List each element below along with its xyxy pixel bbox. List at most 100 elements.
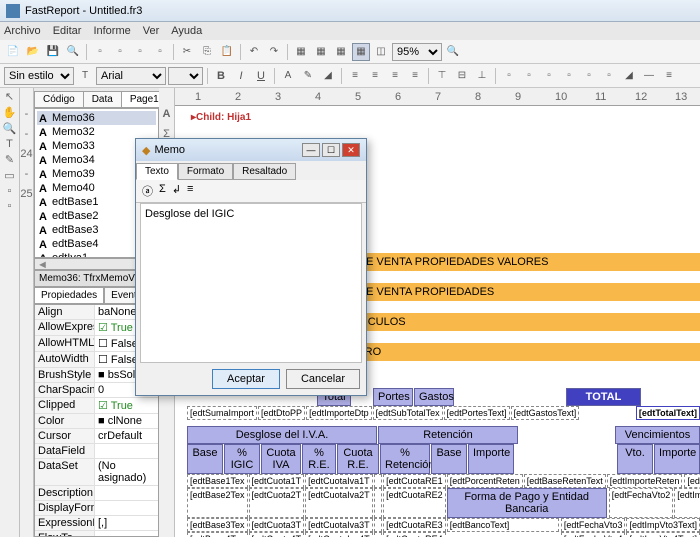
hdr-total-big: TOTAL bbox=[566, 388, 641, 406]
scroll-left-icon[interactable]: ◄ bbox=[37, 259, 48, 269]
zoom-select[interactable]: 95% bbox=[392, 43, 442, 61]
wrap-icon[interactable]: ↲ bbox=[172, 183, 181, 199]
prop-row[interactable]: Description bbox=[35, 486, 158, 501]
tab-formato[interactable]: Formato bbox=[178, 163, 233, 180]
border-t-icon[interactable]: ▫ bbox=[520, 67, 538, 85]
tab-resaltado[interactable]: Resaltado bbox=[233, 163, 296, 180]
valign-mid-icon[interactable]: ⊟ bbox=[453, 67, 471, 85]
border-all-icon[interactable]: ▫ bbox=[580, 67, 598, 85]
prop-row[interactable]: ExpressionDe[,] bbox=[35, 516, 158, 531]
band-icon[interactable]: ▭ bbox=[4, 169, 14, 182]
hdr-portes: Portes bbox=[373, 388, 413, 406]
align-justify-icon[interactable]: ≡ bbox=[406, 67, 424, 85]
ruler-h: 12345678910111213 bbox=[175, 88, 700, 106]
maximize-icon[interactable]: ☐ bbox=[322, 143, 340, 157]
app-icon bbox=[6, 4, 20, 18]
redo-icon[interactable]: ↷ bbox=[265, 43, 283, 61]
border-width-icon[interactable]: ≡ bbox=[660, 67, 678, 85]
style-select[interactable]: Sin estilo bbox=[4, 67, 74, 85]
child-band-label: ▸Child: Hija1 bbox=[187, 110, 700, 125]
tab-data[interactable]: Data bbox=[83, 91, 122, 107]
menu-ayuda[interactable]: Ayuda bbox=[171, 25, 202, 37]
hdr-desglose: Desglose del I.V.A. bbox=[187, 426, 377, 444]
grid2-icon[interactable]: ▦ bbox=[352, 43, 370, 61]
close-icon[interactable]: ✕ bbox=[342, 143, 360, 157]
copy-icon[interactable]: ⎘ bbox=[198, 43, 216, 61]
hdr-venc: Vencimientos bbox=[615, 426, 700, 444]
text-tool-icon[interactable]: T bbox=[6, 138, 13, 150]
tab-codigo[interactable]: Código bbox=[34, 91, 84, 107]
bold-icon[interactable]: B bbox=[212, 67, 230, 85]
valign-top-icon[interactable]: ⊤ bbox=[433, 67, 451, 85]
border-l-icon[interactable]: ▫ bbox=[500, 67, 518, 85]
sum-icon[interactable]: Σ bbox=[159, 183, 166, 199]
undo-icon[interactable]: ↶ bbox=[245, 43, 263, 61]
cut-icon[interactable]: ✂ bbox=[178, 43, 196, 61]
grid-icon[interactable]: ▦ bbox=[332, 43, 350, 61]
prop-row[interactable]: DataSet(No asignado) bbox=[35, 459, 158, 486]
border-r-icon[interactable]: ▫ bbox=[560, 67, 578, 85]
font-icon[interactable]: T bbox=[76, 67, 94, 85]
italic-icon[interactable]: I bbox=[232, 67, 250, 85]
border-color-icon[interactable]: ◢ bbox=[620, 67, 638, 85]
tab-texto[interactable]: Texto bbox=[136, 163, 178, 180]
prop-row[interactable]: DataField bbox=[35, 444, 158, 459]
valign-bot-icon[interactable]: ⊥ bbox=[473, 67, 491, 85]
snap-icon[interactable]: ◫ bbox=[372, 43, 390, 61]
vars-icon[interactable]: ▫ bbox=[151, 43, 169, 61]
pointer-icon[interactable]: ↖ bbox=[5, 90, 14, 103]
align-icon[interactable]: ≡ bbox=[187, 183, 193, 199]
bgcolor-icon[interactable]: ◢ bbox=[319, 67, 337, 85]
insert2-icon[interactable]: ▫ bbox=[8, 200, 12, 212]
format-icon[interactable]: ✎ bbox=[5, 153, 14, 166]
page2-icon[interactable]: ▫ bbox=[111, 43, 129, 61]
ok-button[interactable]: Aceptar bbox=[212, 369, 280, 389]
memo-text-input[interactable]: Desglose del IGIC bbox=[145, 208, 357, 358]
font-select[interactable]: Arial bbox=[96, 67, 166, 85]
insert-icon[interactable]: ▫ bbox=[8, 185, 12, 197]
align-left-icon[interactable]: ≡ bbox=[346, 67, 364, 85]
align-center-icon[interactable]: ≡ bbox=[366, 67, 384, 85]
prop-row[interactable]: CursorcrDefault bbox=[35, 429, 158, 444]
label-a-icon[interactable]: A bbox=[163, 108, 171, 120]
border-style-icon[interactable]: — bbox=[640, 67, 658, 85]
ungroup-icon[interactable]: ▦ bbox=[312, 43, 330, 61]
zoom-tool-icon[interactable]: 🔍 bbox=[3, 122, 17, 135]
size-select[interactable] bbox=[168, 67, 203, 85]
preview-icon[interactable]: 🔍 bbox=[64, 43, 82, 61]
hand-icon[interactable]: ✋ bbox=[3, 106, 17, 119]
dialog-title: Memo bbox=[154, 144, 185, 156]
toolbar-1: 📄 📂 💾 🔍 ▫ ▫ ▫ ▫ ✂ ⎘ 📋 ↶ ↷ ▦ ▦ ▦ ▦ ◫ 95% … bbox=[0, 40, 700, 64]
tree-item: AMemo36 bbox=[37, 111, 156, 125]
prop-row[interactable]: FlowTo bbox=[35, 531, 158, 537]
toolbar-2: Sin estilo T Arial B I U A ✎ ◢ ≡ ≡ ≡ ≡ ⊤… bbox=[0, 64, 700, 88]
align-right-icon[interactable]: ≡ bbox=[386, 67, 404, 85]
border-no-icon[interactable]: ▫ bbox=[600, 67, 618, 85]
menu-informe[interactable]: Informe bbox=[93, 25, 130, 37]
border-b-icon[interactable]: ▫ bbox=[540, 67, 558, 85]
fontcolor-icon[interactable]: A bbox=[279, 67, 297, 85]
page-icon[interactable]: ▫ bbox=[91, 43, 109, 61]
minimize-icon[interactable]: — bbox=[302, 143, 320, 157]
group-icon[interactable]: ▦ bbox=[292, 43, 310, 61]
app-title: FastReport - Untitled.fr3 bbox=[25, 5, 142, 17]
report-icon[interactable]: ▫ bbox=[131, 43, 149, 61]
prop-row[interactable]: DisplayForma bbox=[35, 501, 158, 516]
highlight-icon[interactable]: ✎ bbox=[299, 67, 317, 85]
tool-palette: ↖ ✋ 🔍 T ✎ ▭ ▫ ▫ bbox=[0, 88, 20, 537]
menu-editar[interactable]: Editar bbox=[53, 25, 82, 37]
prop-row[interactable]: Clipped☑ True bbox=[35, 398, 158, 414]
zoom-icon[interactable]: 🔍 bbox=[444, 43, 462, 61]
total-field: [edtTotalText] bbox=[636, 406, 700, 420]
paste-icon[interactable]: 📋 bbox=[218, 43, 236, 61]
new-icon[interactable]: 📄 bbox=[4, 43, 22, 61]
expr-icon[interactable]: ⓐ bbox=[142, 183, 153, 199]
prop-row[interactable]: Color■ clNone bbox=[35, 414, 158, 429]
menu-archivo[interactable]: Archivo bbox=[4, 25, 41, 37]
open-icon[interactable]: 📂 bbox=[24, 43, 42, 61]
save-icon[interactable]: 💾 bbox=[44, 43, 62, 61]
underline-icon[interactable]: U bbox=[252, 67, 270, 85]
menu-ver[interactable]: Ver bbox=[143, 25, 160, 37]
cancel-button[interactable]: Cancelar bbox=[286, 369, 360, 389]
tab-propiedades[interactable]: Propiedades bbox=[34, 287, 104, 304]
